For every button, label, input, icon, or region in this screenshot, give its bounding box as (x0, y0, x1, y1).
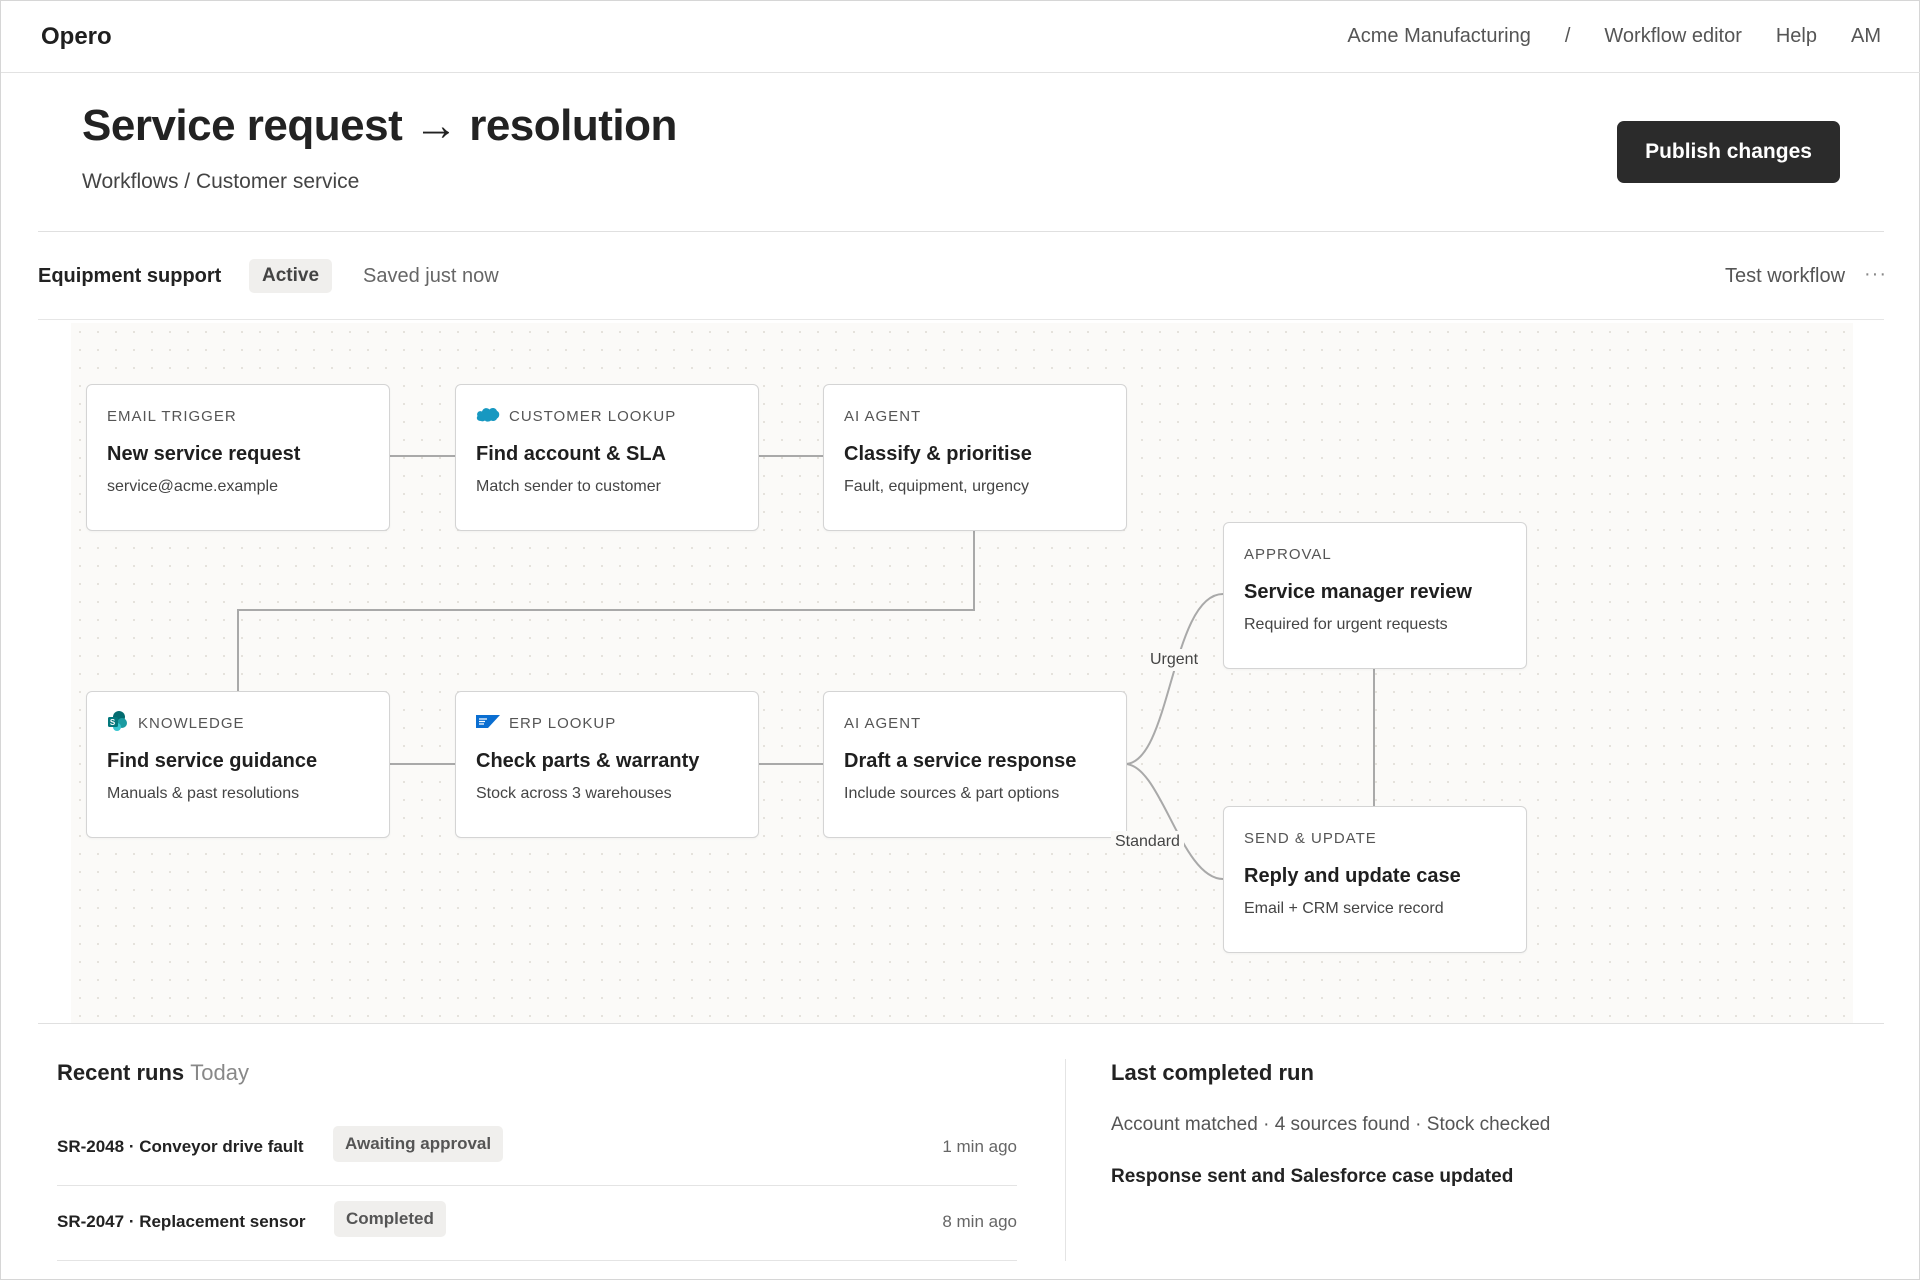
edge-label-standard: Standard (1111, 831, 1184, 853)
node-title: Find service guidance (107, 750, 318, 772)
node-customer-lookup[interactable]: CUSTOMER LOOKUP Find account & SLA Match… (455, 384, 759, 531)
sap-icon (476, 714, 500, 732)
node-title: New service request (107, 443, 301, 465)
node-type-label: APPROVAL (1244, 545, 1332, 563)
run-row[interactable]: SR-2047 · Replacement sensor Completed 8… (57, 1186, 1017, 1261)
recent-runs-period: Today (190, 1060, 249, 1085)
last-run-summary: Account matched · 4 sources found · Stoc… (1111, 1114, 1551, 1135)
node-type-label: AI AGENT (844, 714, 922, 732)
more-options-icon[interactable]: ··· (1864, 263, 1887, 286)
divider (38, 319, 1884, 320)
nav-workflow-editor[interactable]: Workflow editor (1604, 25, 1741, 48)
node-title: Check parts & warranty (476, 750, 700, 772)
edge-label-urgent: Urgent (1146, 649, 1203, 671)
svg-text:S: S (110, 718, 116, 727)
node-approval[interactable]: APPROVAL Service manager review Required… (1223, 522, 1527, 669)
node-type-row: S KNOWLEDGE (107, 711, 369, 732)
run-status-badge: Completed (334, 1201, 446, 1237)
panel-separator (1065, 1059, 1066, 1261)
last-run-result: Response sent and Salesforce case update… (1111, 1166, 1514, 1187)
node-email-trigger[interactable]: EMAIL TRIGGER New service request servic… (86, 384, 390, 531)
top-nav: Opero Acme Manufacturing / Workflow edit… (1, 1, 1920, 73)
salesforce-cloud-icon (476, 406, 500, 426)
node-title: Draft a service response (844, 750, 1077, 772)
publish-changes-button[interactable]: Publish changes (1617, 121, 1840, 183)
node-subtitle: service@acme.example (107, 478, 278, 495)
run-name[interactable]: SR-2047 · Replacement sensor (57, 1212, 306, 1232)
node-knowledge[interactable]: S KNOWLEDGE Find service guidance Manual… (86, 691, 390, 838)
save-status: Saved just now (363, 265, 499, 287)
node-title: Find account & SLA (476, 443, 666, 465)
recent-runs-title: Recent runs Today (57, 1060, 249, 1086)
node-title: Reply and update case (1244, 865, 1461, 887)
breadcrumb[interactable]: Workflows / Customer service (82, 170, 359, 194)
nav-separator: / (1564, 25, 1571, 47)
node-type-row: ERP LOOKUP (476, 714, 738, 732)
node-type-label: KNOWLEDGE (138, 714, 245, 732)
user-avatar[interactable]: AM (1851, 25, 1881, 48)
sharepoint-icon: S (107, 710, 129, 736)
app-window: Opero Acme Manufacturing / Workflow edit… (0, 0, 1920, 1280)
workflow-name: Equipment support (38, 265, 222, 287)
last-run-title: Last completed run (1111, 1060, 1314, 1085)
node-type-label: CUSTOMER LOOKUP (509, 407, 677, 425)
run-name[interactable]: SR-2048 · Conveyor drive fault (57, 1137, 304, 1157)
node-subtitle: Manuals & past resolutions (107, 785, 300, 802)
node-type-label: ERP LOOKUP (509, 714, 617, 732)
node-send-update[interactable]: SEND & UPDATE Reply and update case Emai… (1223, 806, 1527, 953)
recent-runs-heading: Recent runs (57, 1060, 185, 1085)
node-type-row: CUSTOMER LOOKUP (476, 407, 738, 425)
nav-links: Acme Manufacturing / Workflow editor Hel… (1347, 25, 1881, 48)
node-subtitle: Required for urgent requests (1244, 616, 1448, 633)
nav-org[interactable]: Acme Manufacturing (1347, 25, 1530, 48)
node-draft-agent[interactable]: AI AGENT Draft a service response Includ… (823, 691, 1127, 838)
page-title: Service request → resolution (82, 101, 677, 150)
run-row[interactable]: SR-2048 · Conveyor drive fault Awaiting … (57, 1111, 1017, 1186)
node-type-label: SEND & UPDATE (1244, 829, 1377, 847)
node-title: Classify & prioritise (844, 443, 1032, 465)
brand-logo[interactable]: Opero (41, 23, 112, 51)
run-time: 8 min ago (942, 1212, 1017, 1231)
node-subtitle: Match sender to customer (476, 478, 661, 495)
node-type-label: EMAIL TRIGGER (107, 407, 237, 425)
node-title: Service manager review (1244, 581, 1472, 603)
node-classify-agent[interactable]: AI AGENT Classify & prioritise Fault, eq… (823, 384, 1127, 531)
node-subtitle: Stock across 3 warehouses (476, 785, 672, 802)
status-badge: Active (249, 259, 333, 293)
divider (38, 1023, 1884, 1024)
node-erp-lookup[interactable]: ERP LOOKUP Check parts & warranty Stock … (455, 691, 759, 838)
nav-help[interactable]: Help (1776, 25, 1817, 48)
node-subtitle: Include sources & part options (844, 785, 1060, 802)
divider (38, 231, 1884, 232)
node-subtitle: Fault, equipment, urgency (844, 478, 1029, 495)
node-subtitle: Email + CRM service record (1244, 900, 1444, 917)
node-type-label: AI AGENT (844, 407, 922, 425)
run-time: 1 min ago (942, 1137, 1017, 1156)
test-workflow-button[interactable]: Test workflow (1725, 265, 1845, 288)
run-status-badge: Awaiting approval (333, 1126, 504, 1162)
